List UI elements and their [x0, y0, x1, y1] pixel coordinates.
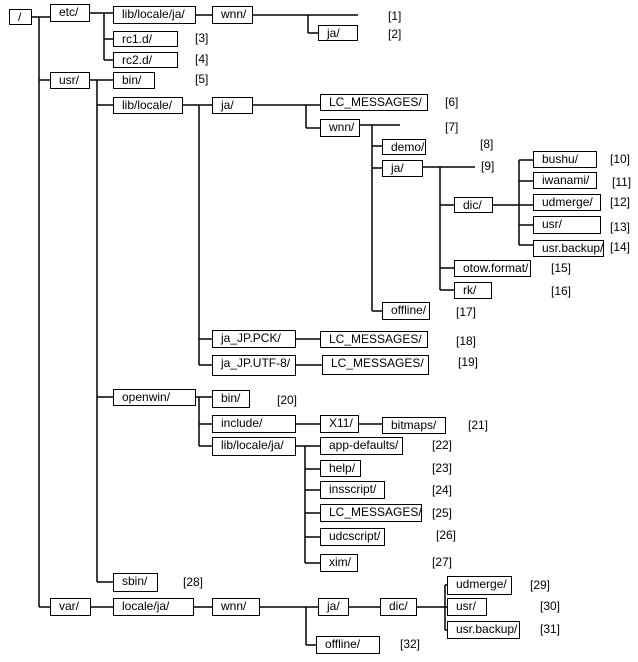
dir-rk: rk/	[454, 282, 492, 299]
dir-ow-lcm: LC_MESSAGES/	[320, 504, 422, 522]
dir-etc: etc/	[50, 4, 90, 22]
footnote-ref: [1]	[388, 9, 402, 23]
dir-etc-lib-locale-ja: lib/locale/ja/	[113, 6, 196, 24]
dir-var-usr-backup: usr.backup/	[447, 621, 520, 639]
footnote-ref: [3]	[195, 31, 209, 45]
footnote-ref: [11]	[612, 175, 632, 189]
footnote-ref: [21]	[468, 418, 489, 432]
dir-utf8: ja_JP.UTF-8/	[212, 355, 296, 376]
dir-etc-wnn: wnn/	[212, 6, 253, 24]
footnote-ref: [32]	[400, 637, 421, 651]
tree-connectors	[32, 12, 533, 646]
footnote-ref: [28]	[183, 575, 204, 589]
dir-var: var/	[50, 598, 91, 616]
dir-usr-backup: usr.backup/	[533, 240, 604, 257]
dir-offline: offline/	[382, 302, 430, 320]
footnote-ref: [16]	[551, 284, 572, 298]
dir-udcscript: udcscript/	[320, 528, 385, 546]
footnote-ref: [23]	[432, 461, 453, 475]
directory-tree-diagram: / etc/lib/locale/ja/wnn/ja/rc1.d/rc2.d/us…	[0, 0, 638, 662]
footnote-ref: [9]	[481, 159, 495, 173]
dir-var-ja: ja/	[318, 598, 349, 616]
footnote-ref: [15]	[551, 261, 572, 275]
dir-demo: demo/	[382, 139, 426, 155]
footnote-ref: [25]	[432, 506, 453, 520]
footnote-ref: [30]	[540, 599, 561, 613]
dir-otow: otow.format/	[454, 260, 531, 277]
dir-appdef: app-defaults/	[320, 437, 403, 455]
footnote-ref: [13]	[610, 220, 631, 234]
dir-var-locale: locale/ja/	[113, 598, 194, 616]
footnote-ref: [12]	[610, 195, 631, 209]
dir-udmerge: udmerge/	[533, 194, 601, 211]
footnote-ref: [18]	[456, 334, 477, 348]
dir-pck-lcm: LC_MESSAGES/	[320, 331, 428, 348]
dir-ow-bin: bin/	[212, 390, 250, 408]
dir-ow-include: include/	[212, 415, 296, 433]
dir-x11: X11/	[320, 415, 359, 433]
dir-usr-ja-lcm: LC_MESSAGES/	[320, 94, 428, 111]
dir-pck: ja_JP.PCK/	[212, 330, 296, 348]
dir-xim: xim/	[320, 554, 358, 572]
footnote-ref: [7]	[445, 120, 459, 134]
dir-usr-ja: ja/	[212, 97, 253, 114]
dir-insscript: insscript/	[320, 481, 385, 499]
dir-rc2d: rc2.d/	[113, 52, 178, 68]
dir-var-wnn: wnn/	[212, 598, 260, 616]
dir-usr-ja-wnn: wnn/	[320, 119, 360, 137]
footnote-ref: [19]	[458, 355, 479, 369]
dir-usr: usr/	[50, 72, 90, 89]
footnote-ref: [2]	[388, 27, 402, 41]
dir-root: /	[9, 9, 32, 25]
footnote-ref: [4]	[195, 52, 209, 66]
dir-sbin: sbin/	[113, 573, 158, 592]
footnote-ref: [22]	[432, 438, 453, 452]
dir-usr-bin: bin/	[113, 72, 155, 89]
dir-bushu: bushu/	[533, 151, 597, 168]
footnote-ref: [8]	[480, 137, 494, 151]
footnote-ref: [17]	[456, 305, 477, 319]
footnote-ref: [14]	[610, 240, 631, 254]
dir-usr-lib-locale: lib/locale/	[113, 97, 183, 114]
dir-rc1d: rc1.d/	[113, 31, 178, 47]
dir-var-udmerge: udmerge/	[447, 576, 512, 595]
dir-openwin: openwin/	[113, 389, 196, 406]
footnote-ref: [24]	[432, 483, 453, 497]
dir-etc-wnn-ja: ja/	[318, 25, 358, 41]
footnote-ref: [26]	[436, 528, 457, 542]
dir-bitmaps: bitmaps/	[382, 417, 446, 434]
footnote-ref: [10]	[610, 152, 631, 166]
dir-ow-lib: lib/locale/ja/	[212, 437, 296, 456]
footnote-ref: [31]	[540, 622, 561, 636]
dir-utf8-lcm: LC_MESSAGES/	[322, 355, 429, 375]
dir-var-usr: usr/	[447, 598, 487, 616]
dir-dic: dic/	[454, 197, 493, 213]
footnote-ref: [5]	[195, 72, 209, 86]
footnote-ref: [29]	[530, 578, 551, 592]
dir-iwanami: iwanami/	[533, 172, 597, 189]
dir-var-dic: dic/	[380, 598, 417, 616]
dir-wnn-ja: ja/	[382, 160, 423, 177]
footnote-ref: [20]	[277, 393, 298, 407]
dir-help: help/	[320, 460, 361, 477]
footnote-ref: [6]	[445, 95, 459, 109]
dir-var-offline: offline/	[316, 636, 380, 654]
footnote-ref: [27]	[432, 555, 453, 569]
dir-dic-usr: usr/	[533, 216, 601, 234]
